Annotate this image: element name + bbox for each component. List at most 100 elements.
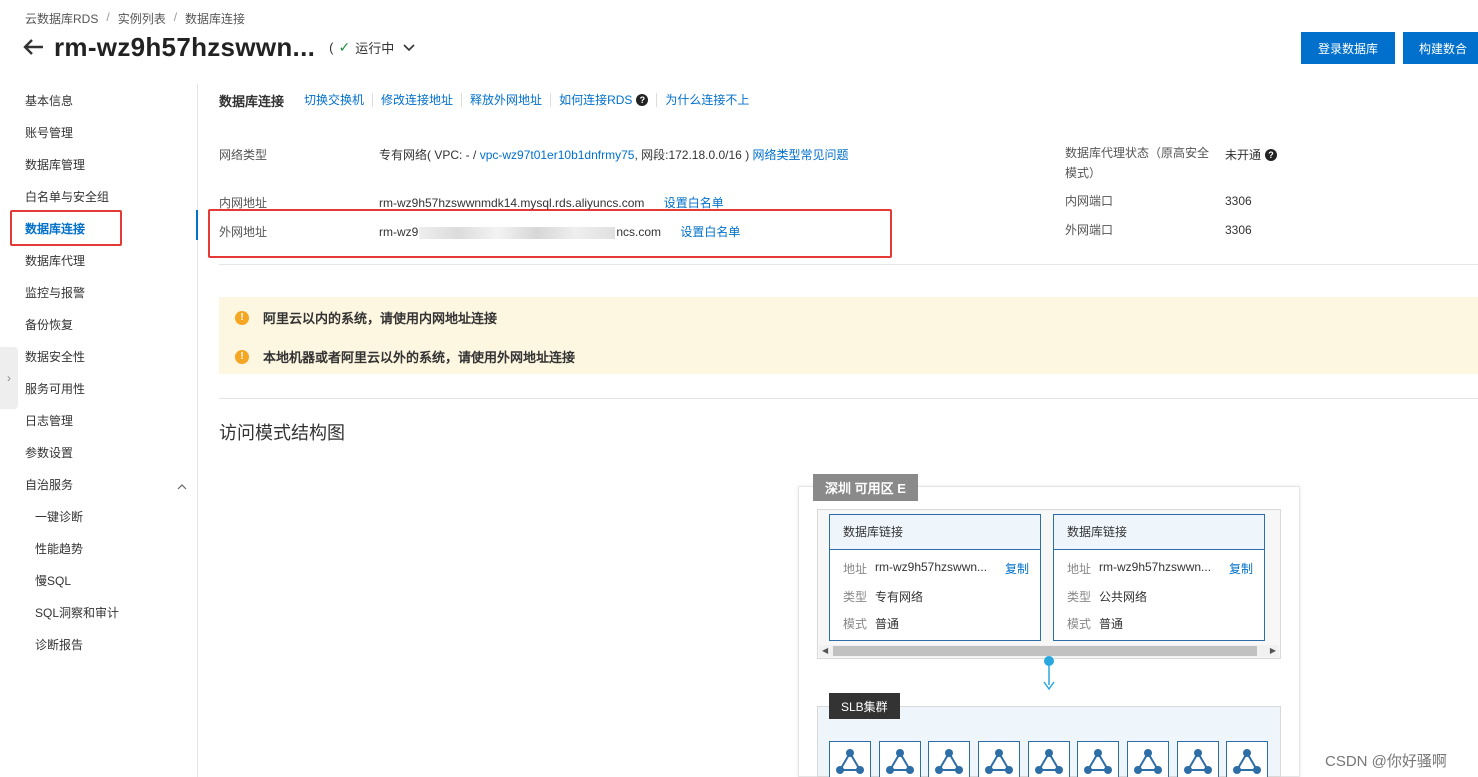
cluster-node-icon bbox=[886, 749, 914, 774]
notice-line: ! 本地机器或者阿里云以外的系统，请使用外网地址连接 bbox=[235, 347, 575, 366]
scroll-left-icon[interactable]: ◀ bbox=[822, 645, 828, 657]
connection-card: 数据库链接 地址 rm-wz9h57hzswwn... 复制 类型 专有网络 模… bbox=[829, 514, 1041, 641]
sidebar-item-autonomy[interactable]: 自治服务 bbox=[25, 475, 73, 495]
internet-port-value: 3306 bbox=[1225, 223, 1252, 237]
connection-card: 数据库链接 地址 rm-wz9h57hzswwn... 复制 类型 公共网络 模… bbox=[1053, 514, 1265, 641]
section-heading: 数据库连接 bbox=[219, 93, 285, 109]
access-mode-title: 访问模式结构图 bbox=[219, 423, 345, 443]
copy-button[interactable]: 复制 bbox=[1005, 560, 1029, 577]
build-button[interactable]: 构建数合 bbox=[1403, 32, 1478, 64]
network-type-label: 网络类型 bbox=[219, 148, 268, 162]
how-to-connect-label: 如何连接RDS bbox=[559, 93, 633, 107]
card-title: 数据库链接 bbox=[1054, 515, 1264, 550]
slb-node bbox=[1127, 741, 1169, 777]
proxy-status-text: 未开通 bbox=[1225, 148, 1262, 162]
release-public-address-link[interactable]: 释放外网地址 bbox=[462, 93, 552, 107]
help-icon[interactable]: ? bbox=[1265, 148, 1278, 161]
notice-text: 阿里云以内的系统，请使用内网地址连接 bbox=[263, 311, 498, 326]
slb-node bbox=[829, 741, 871, 777]
cluster-node-icon bbox=[935, 749, 963, 774]
card-key: 地址 bbox=[1067, 562, 1092, 576]
breadcrumb-separator: / bbox=[106, 10, 110, 24]
modify-address-link[interactable]: 修改连接地址 bbox=[373, 93, 463, 107]
card-address: rm-wz9h57hzswwn... bbox=[875, 560, 988, 574]
back-arrow-icon[interactable] bbox=[22, 35, 46, 59]
cluster-node-icon bbox=[1084, 749, 1112, 774]
sidebar-item-performance[interactable]: 性能趋势 bbox=[35, 539, 83, 559]
connector-arrow-icon bbox=[1043, 656, 1055, 691]
intranet-whitelist-link[interactable]: 设置白名单 bbox=[664, 196, 724, 210]
vpc-link[interactable]: vpc-wz97t01er10b1dnfrmy75 bbox=[480, 148, 635, 162]
sidebar-item-slow-sql[interactable]: 慢SQL bbox=[35, 571, 71, 591]
help-icon[interactable]: ? bbox=[636, 94, 649, 106]
page-title: rm-wz9h57hzswwn... bbox=[54, 31, 316, 62]
warning-icon: ! bbox=[235, 310, 249, 325]
sidebar-item-db-proxy[interactable]: 数据库代理 bbox=[25, 251, 85, 271]
copy-button[interactable]: 复制 bbox=[1229, 560, 1253, 577]
chevron-up-icon[interactable] bbox=[176, 479, 188, 491]
internet-whitelist-link[interactable]: 设置白名单 bbox=[680, 225, 740, 239]
cluster-node-icon bbox=[836, 749, 864, 774]
card-type-row: 类型 公共网络 bbox=[1067, 588, 1253, 605]
breadcrumb-instances[interactable]: 实例列表 bbox=[118, 10, 166, 27]
card-key: 模式 bbox=[843, 617, 868, 631]
card-mode-row: 模式 普通 bbox=[843, 615, 1029, 632]
sidebar-toggle[interactable]: › bbox=[0, 347, 18, 409]
sidebar-item-databases[interactable]: 数据库管理 bbox=[25, 155, 85, 175]
proxy-status-label: 数据库代理状态（原高安全模式） bbox=[1065, 146, 1210, 180]
slb-node bbox=[1028, 741, 1070, 777]
how-to-connect-link[interactable]: 如何连接RDS ? bbox=[551, 93, 658, 107]
intranet-address-value: rm-wz9h57hzswwnmdk14.mysql.rds.aliyuncs.… bbox=[379, 194, 724, 211]
redacted-region bbox=[419, 226, 616, 239]
card-type-row: 类型 专有网络 bbox=[843, 588, 1029, 605]
internet-port-label: 外网端口 bbox=[1065, 223, 1114, 237]
network-faq-link[interactable]: 网络类型常见问题 bbox=[753, 148, 849, 162]
chevron-right-icon: › bbox=[7, 371, 11, 385]
switch-vswitch-link[interactable]: 切换交换机 bbox=[304, 93, 374, 107]
notice-text: 本地机器或者阿里云以外的系统，请使用外网地址连接 bbox=[263, 350, 576, 365]
cluster-node-icon bbox=[1184, 749, 1212, 774]
slb-node bbox=[978, 741, 1020, 777]
sidebar-item-parameters[interactable]: 参数设置 bbox=[25, 443, 73, 463]
sidebar-item-accounts[interactable]: 账号管理 bbox=[25, 123, 73, 143]
zone-tag: 深圳 可用区 E bbox=[813, 474, 918, 501]
cluster-node-icon bbox=[985, 749, 1013, 774]
slb-node bbox=[879, 741, 921, 777]
card-address-row: 地址 rm-wz9h57hzswwn... 复制 bbox=[1067, 560, 1253, 577]
scroll-right-icon[interactable]: ▶ bbox=[1270, 645, 1276, 657]
breadcrumb-separator: / bbox=[173, 10, 178, 24]
breadcrumb: 云数据库RDS / 实例列表 / 数据库连接 bbox=[25, 10, 245, 27]
network-prefix: 专有网络( VPC: - / bbox=[379, 148, 477, 162]
card-title: 数据库链接 bbox=[830, 515, 1040, 550]
sidebar-item-data-security[interactable]: 数据安全性 bbox=[25, 347, 85, 367]
sidebar-item-diagnose[interactable]: 一键诊断 bbox=[35, 507, 83, 527]
connection-notice: ! 阿里云以内的系统，请使用内网地址连接 ! 本地机器或者阿里云以外的系统，请使… bbox=[219, 297, 1478, 374]
sidebar-item-availability[interactable]: 服务可用性 bbox=[25, 379, 85, 399]
active-indicator bbox=[196, 210, 198, 240]
breadcrumb-rds[interactable]: 云数据库RDS bbox=[25, 10, 98, 27]
sidebar-item-whitelist[interactable]: 白名单与安全组 bbox=[25, 187, 109, 207]
status-text: 运行中 bbox=[355, 40, 395, 56]
chevron-down-icon[interactable] bbox=[403, 40, 415, 55]
internet-address-suffix: ncs.com bbox=[616, 225, 662, 239]
slb-node bbox=[928, 741, 970, 777]
notice-line: ! 阿里云以内的系统，请使用内网地址连接 bbox=[235, 308, 497, 327]
why-cannot-connect-link[interactable]: 为什么连接不上 bbox=[657, 93, 757, 107]
card-key: 模式 bbox=[1067, 617, 1092, 631]
sidebar-item-monitoring[interactable]: 监控与报警 bbox=[25, 283, 85, 303]
proxy-status-value: 未开通 ? bbox=[1225, 146, 1278, 163]
sidebar-item-sql-audit[interactable]: SQL洞察和审计 bbox=[35, 603, 119, 623]
login-database-button[interactable]: 登录数据库 bbox=[1301, 32, 1395, 64]
sidebar-item-backup[interactable]: 备份恢复 bbox=[25, 315, 73, 335]
instance-status[interactable]: ( ✓ 运行中 bbox=[329, 38, 415, 57]
network-suffix: , 网段:172.18.0.0/16 ) bbox=[634, 148, 750, 162]
card-type: 专有网络 bbox=[875, 590, 924, 604]
sidebar-item-basic-info[interactable]: 基本信息 bbox=[25, 91, 73, 111]
slb-node bbox=[1226, 741, 1268, 777]
sidebar-item-report[interactable]: 诊断报告 bbox=[35, 635, 83, 655]
sidebar-item-logs[interactable]: 日志管理 bbox=[25, 411, 73, 431]
slb-node bbox=[1177, 741, 1219, 777]
card-mode-row: 模式 普通 bbox=[1067, 615, 1253, 632]
card-mode: 普通 bbox=[1099, 617, 1124, 631]
internet-address-value: rm-wz9 ncs.com 设置白名单 bbox=[379, 223, 740, 240]
